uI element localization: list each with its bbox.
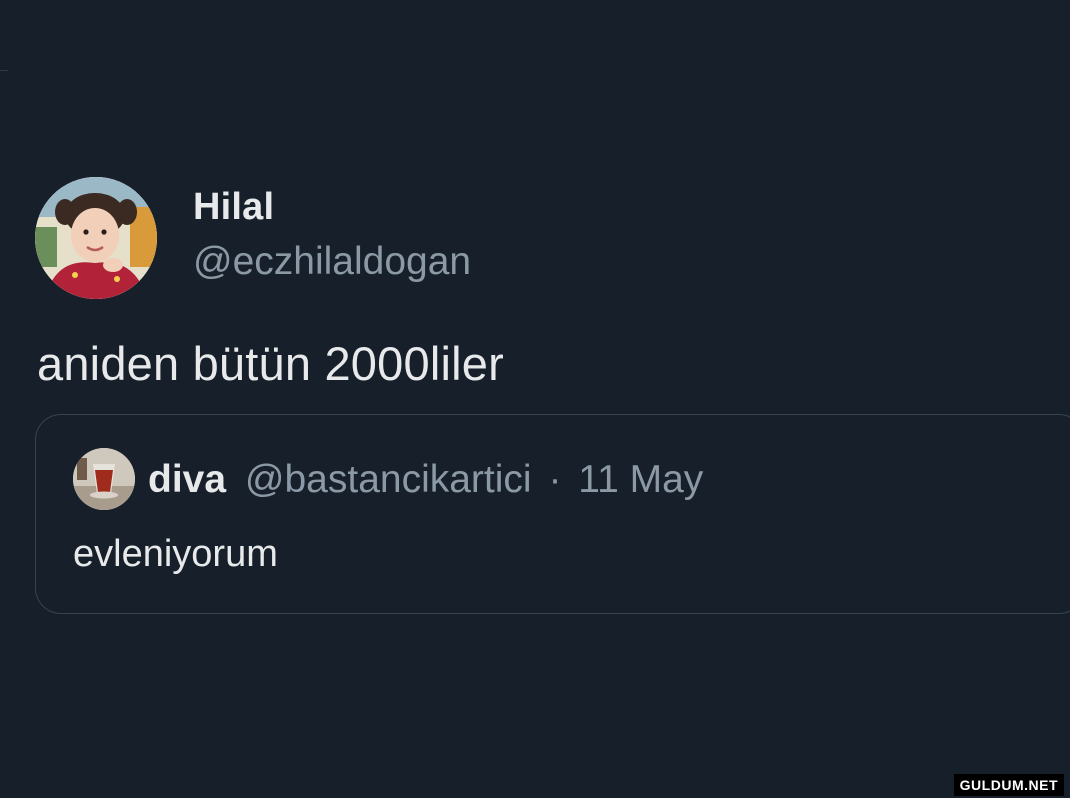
watermark: GULDUM.NET [953, 774, 1064, 796]
author-avatar[interactable] [35, 177, 157, 299]
quoted-author-avatar[interactable] [73, 448, 135, 510]
author-handle[interactable]: @eczhilaldogan [193, 240, 471, 284]
quoted-author-handle[interactable]: @bastancikartici [245, 458, 532, 501]
quoted-tweet-card[interactable]: diva @bastancikartici · 11 May evleniyor… [35, 414, 1070, 614]
quoted-tweet-text: evleniyorum [73, 533, 278, 575]
quoted-tweet-header: diva @bastancikartici · 11 May [148, 458, 703, 502]
author-name[interactable]: Hilal [193, 186, 274, 229]
profile-photo-icon [35, 177, 157, 299]
tea-glass-icon [73, 448, 135, 510]
tweet: Hilal @eczhilaldogan aniden bütün 2000li… [0, 0, 1070, 798]
quoted-tweet-date[interactable]: 11 May [578, 458, 703, 501]
header-separator: · [548, 458, 562, 501]
quoted-author-name[interactable]: diva [148, 458, 226, 501]
tweet-text: aniden bütün 2000liler [37, 337, 504, 390]
